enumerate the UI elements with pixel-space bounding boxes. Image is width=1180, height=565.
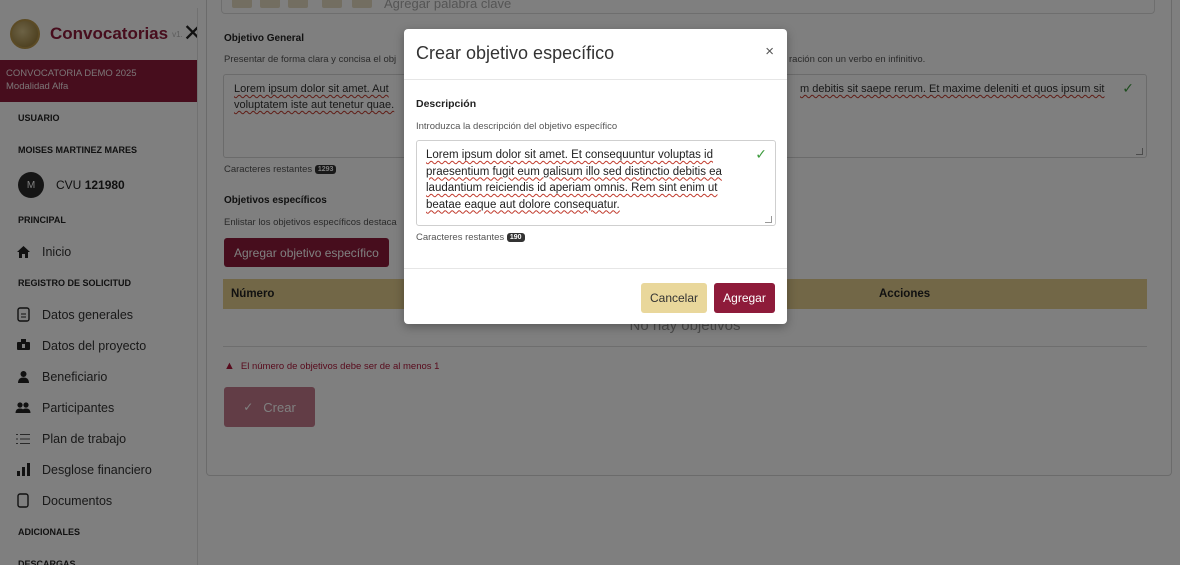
crear-objetivo-modal: Crear objetivo específico × Descripción …	[404, 29, 787, 324]
modal-title: Crear objetivo específico	[416, 43, 615, 63]
descripcion-textarea[interactable]: Lorem ipsum dolor sit amet. Et consequun…	[416, 140, 776, 226]
agregar-button[interactable]: Agregar	[714, 283, 775, 313]
valid-check-icon: ✓	[755, 146, 767, 162]
caracteres-modal: Caracteres restantes 190	[416, 232, 525, 243]
descripcion-label: Descripción	[416, 98, 477, 110]
modal-header: Crear objetivo específico ×	[404, 29, 787, 80]
close-icon[interactable]: ×	[765, 43, 774, 60]
modal-footer: Cancelar Agregar	[404, 268, 787, 324]
cancel-button[interactable]: Cancelar	[641, 283, 707, 313]
resize-handle[interactable]	[765, 216, 772, 223]
descripcion-help: Introduzca la descripción del objetivo e…	[416, 121, 618, 132]
caracteres-count-badge: 190	[506, 232, 525, 242]
caracteres-label: Caracteres restantes	[416, 232, 505, 243]
descripcion-value: Lorem ipsum dolor sit amet. Et consequun…	[426, 149, 722, 211]
